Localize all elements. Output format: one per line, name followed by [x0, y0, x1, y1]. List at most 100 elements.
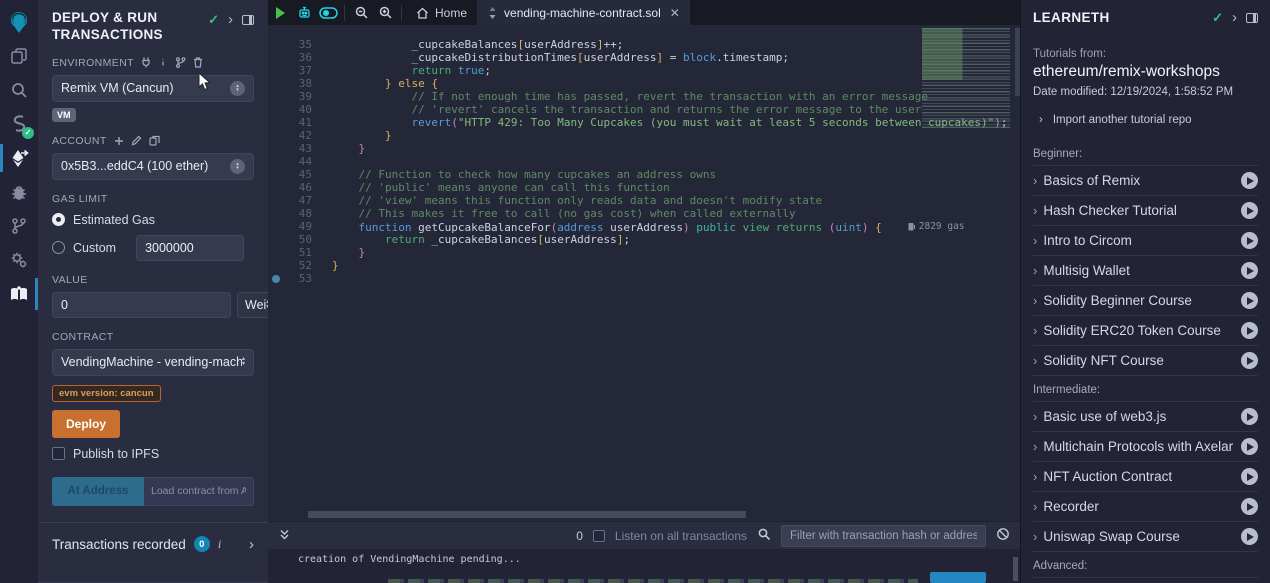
clear-console-icon[interactable]: [996, 527, 1010, 544]
tutorial-item[interactable]: ›Intro to Circom: [1033, 226, 1258, 256]
pin-panel-icon[interactable]: ›: [228, 15, 233, 25]
search-icon[interactable]: [0, 73, 38, 107]
learneth-icon[interactable]: [0, 277, 38, 311]
value-input[interactable]: [52, 292, 231, 318]
transactions-recorded-row[interactable]: Transactions recorded 0 i ›: [52, 523, 254, 566]
breakpoint-gutter[interactable]: [268, 116, 284, 129]
editor-minimap[interactable]: [922, 28, 1010, 130]
account-select[interactable]: 0x5B3...eddC4 (100 ether) ▴▾: [52, 153, 254, 180]
zoom-out-icon[interactable]: [349, 0, 373, 25]
edit-account-icon[interactable]: [131, 135, 142, 146]
start-tutorial-play-icon[interactable]: [1241, 468, 1258, 485]
environment-select[interactable]: Remix VM (Cancun) ▴▾: [52, 75, 254, 102]
debugger-icon[interactable]: [0, 175, 38, 209]
breakpoint-gutter[interactable]: [268, 233, 284, 246]
start-tutorial-play-icon[interactable]: [1241, 292, 1258, 309]
breakpoint-gutter[interactable]: [268, 129, 284, 142]
info-icon[interactable]: [158, 57, 168, 68]
publish-ipfs-option[interactable]: Publish to IPFS: [52, 447, 254, 461]
terminal-scrollbar[interactable]: [1013, 557, 1018, 581]
code-line-37[interactable]: 37 return true;: [268, 64, 1020, 77]
code-line-43[interactable]: 43 }: [268, 142, 1020, 155]
tab-file[interactable]: vending-machine-contract.sol ✕: [477, 0, 691, 25]
solidity-compiler-icon[interactable]: ✓: [0, 107, 38, 141]
tutorial-item[interactable]: ›Basics of Remix: [1033, 166, 1258, 196]
tutorial-item[interactable]: ›Multisig Wallet: [1033, 256, 1258, 286]
start-tutorial-play-icon[interactable]: [1241, 498, 1258, 515]
code-line-49[interactable]: 49 function getCupcakeBalanceFor(address…: [268, 220, 1020, 233]
code-editor[interactable]: 35 _cupcakeBalances[userAddress]++;36 _c…: [268, 25, 1020, 521]
editor-horizontal-scrollbar[interactable]: [308, 511, 746, 518]
breakpoint-gutter[interactable]: [268, 38, 284, 51]
contract-select[interactable]: VendingMachine - vending-machin ▴▾: [52, 349, 254, 376]
breakpoint-dot[interactable]: [268, 272, 284, 285]
code-line-48[interactable]: 48 // This makes it free to call (no gas…: [268, 207, 1020, 220]
run-script-button[interactable]: [268, 0, 292, 25]
remix-logo[interactable]: [0, 5, 38, 39]
tutorial-item[interactable]: ›Hash Checker Tutorial: [1033, 196, 1258, 226]
custom-gas-input[interactable]: [136, 235, 244, 261]
terminal-filter-input[interactable]: [781, 525, 986, 547]
copy-account-icon[interactable]: [149, 135, 160, 146]
tutorial-item[interactable]: ›NFT Auction Contract: [1033, 462, 1258, 492]
start-tutorial-play-icon[interactable]: [1241, 322, 1258, 339]
info-icon[interactable]: i: [218, 537, 221, 552]
code-line-47[interactable]: 47 // 'view' means this function only re…: [268, 194, 1020, 207]
breakpoint-gutter[interactable]: [268, 90, 284, 103]
code-line-52[interactable]: 52}: [268, 259, 1020, 272]
custom-gas-radio[interactable]: [52, 241, 65, 254]
close-tab-icon[interactable]: ✕: [670, 6, 680, 20]
breakpoint-gutter[interactable]: [268, 259, 284, 272]
terminal-output[interactable]: creation of VendingMachine pending...: [268, 549, 1020, 583]
maximize-panel-icon[interactable]: [1246, 13, 1258, 23]
pin-panel-icon[interactable]: ›: [1232, 13, 1237, 23]
tutorial-item[interactable]: ›All about Proxy Contracts: [1033, 578, 1258, 583]
tutorial-item[interactable]: ›Recorder: [1033, 492, 1258, 522]
tutorial-item[interactable]: ›Solidity Beginner Course: [1033, 286, 1258, 316]
code-line-50[interactable]: 50 return _cupcakeBalances[userAddress];: [268, 233, 1020, 246]
code-line-36[interactable]: 36 _cupcakeDistributionTimes[userAddress…: [268, 51, 1020, 64]
trash-icon[interactable]: [193, 57, 203, 68]
breakpoint-gutter[interactable]: [268, 220, 284, 233]
breakpoint-gutter[interactable]: [268, 168, 284, 181]
estimated-gas-radio[interactable]: [52, 213, 65, 226]
debug-button-partial[interactable]: [930, 572, 986, 583]
code-line-38[interactable]: 38 } else {: [268, 77, 1020, 90]
start-tutorial-play-icon[interactable]: [1241, 352, 1258, 369]
expand-transactions-icon[interactable]: ›: [249, 536, 254, 553]
fork-environment-icon[interactable]: [175, 57, 186, 68]
expand-terminal-icon[interactable]: [278, 528, 291, 544]
editor-vertical-scrollbar[interactable]: [1015, 28, 1020, 96]
code-line-46[interactable]: 46 // 'public' means anyone can call thi…: [268, 181, 1020, 194]
listen-all-checkbox[interactable]: [593, 530, 605, 542]
tutorial-item[interactable]: ›Multichain Protocols with Axelar: [1033, 432, 1258, 462]
start-tutorial-play-icon[interactable]: [1241, 408, 1258, 425]
code-line-44[interactable]: 44: [268, 155, 1020, 168]
code-line-35[interactable]: 35 _cupcakeBalances[userAddress]++;: [268, 38, 1020, 51]
terminal-search-icon[interactable]: [757, 527, 771, 544]
tutorial-item[interactable]: ›Solidity ERC20 Token Course: [1033, 316, 1258, 346]
start-tutorial-play-icon[interactable]: [1241, 438, 1258, 455]
start-tutorial-play-icon[interactable]: [1241, 202, 1258, 219]
breakpoint-gutter[interactable]: [268, 181, 284, 194]
publish-ipfs-checkbox[interactable]: [52, 447, 65, 460]
maximize-panel-icon[interactable]: [242, 15, 254, 25]
custom-gas-option[interactable]: Custom: [52, 235, 254, 261]
code-line-41[interactable]: 41 revert("HTTP 429: Too Many Cupcakes (…: [268, 116, 1020, 129]
deploy-and-run-icon[interactable]: [0, 141, 38, 175]
breakpoint-gutter[interactable]: [268, 194, 284, 207]
copilot-toggle[interactable]: [316, 0, 340, 25]
settings-icon[interactable]: [0, 243, 38, 277]
code-line-42[interactable]: 42 }: [268, 129, 1020, 142]
add-account-icon[interactable]: [114, 136, 124, 146]
tutorial-item[interactable]: ›Basic use of web3.js: [1033, 402, 1258, 432]
estimated-gas-option[interactable]: Estimated Gas: [52, 213, 254, 227]
file-explorer-icon[interactable]: [0, 39, 38, 73]
start-tutorial-play-icon[interactable]: [1241, 262, 1258, 279]
code-line-39[interactable]: 39 // If not enough time has passed, rev…: [268, 90, 1020, 103]
code-line-53[interactable]: 53: [268, 272, 1020, 285]
git-icon[interactable]: [0, 209, 38, 243]
code-line-51[interactable]: 51 }: [268, 246, 1020, 259]
breakpoint-gutter[interactable]: [268, 207, 284, 220]
plug-icon[interactable]: [141, 57, 151, 68]
